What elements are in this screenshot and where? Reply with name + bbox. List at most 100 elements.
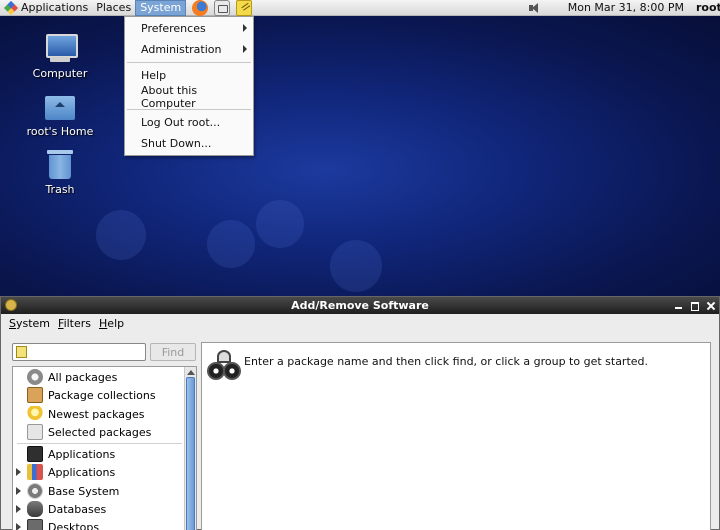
top-panel: Applications Places System Mon Mar 31, 8… bbox=[0, 0, 720, 16]
scroll-up-arrow-icon[interactable] bbox=[187, 370, 195, 375]
list-item-label: Selected packages bbox=[48, 425, 152, 439]
list-item-selected-packages[interactable]: Selected packages bbox=[27, 423, 151, 441]
menu-item-log-out[interactable]: Log Out root... bbox=[125, 112, 253, 133]
find-button[interactable]: Find bbox=[150, 343, 196, 361]
list-item-applications-group[interactable]: Applications bbox=[27, 463, 115, 481]
applications-menu-label: Applications bbox=[21, 1, 89, 14]
list-item-label: Newest packages bbox=[48, 407, 145, 421]
menubar-system[interactable]: System bbox=[5, 317, 54, 330]
list-item-package-collections[interactable]: Package collections bbox=[27, 386, 156, 404]
edit-icon bbox=[16, 346, 27, 358]
list-item-label: All packages bbox=[48, 370, 118, 384]
menu-item-about[interactable]: About this Computer bbox=[125, 83, 253, 110]
add-remove-software-window: Add/Remove Software System Filters Help … bbox=[0, 296, 720, 530]
clock[interactable]: Mon Mar 31, 8:00 PM bbox=[568, 1, 684, 14]
minimize-icon[interactable] bbox=[671, 297, 687, 314]
search-input[interactable] bbox=[12, 343, 146, 361]
bokeh-circle bbox=[96, 210, 146, 260]
desktop-icon-label: Trash bbox=[45, 183, 75, 196]
mail-client-icon[interactable] bbox=[214, 0, 231, 16]
desktop-icon-home[interactable]: root's Home bbox=[20, 90, 100, 138]
group-list: All packages Package collections Newest … bbox=[12, 366, 197, 530]
system-dropdown: Preferences Administration Help About th… bbox=[124, 16, 254, 156]
list-item-label: Base System bbox=[48, 484, 120, 498]
desktop-icon-label: Computer bbox=[32, 67, 88, 80]
newest-packages-icon bbox=[27, 406, 43, 422]
menu-item-label: Preferences bbox=[141, 22, 206, 35]
list-item-label: Package collections bbox=[48, 388, 156, 402]
window-menubar: System Filters Help bbox=[1, 314, 719, 333]
expand-arrow-icon[interactable] bbox=[16, 505, 21, 513]
window-title: Add/Remove Software bbox=[291, 299, 429, 312]
submenu-arrow-icon bbox=[243, 45, 247, 53]
expand-arrow-icon[interactable] bbox=[16, 523, 21, 530]
menu-item-shut-down[interactable]: Shut Down... bbox=[125, 133, 253, 154]
system-menu[interactable]: System bbox=[135, 0, 187, 16]
bokeh-circle bbox=[207, 220, 255, 268]
menu-separator bbox=[127, 62, 251, 63]
menubar-label: ystem bbox=[15, 317, 51, 330]
expand-arrow-icon[interactable] bbox=[16, 468, 21, 476]
binoculars-bridge bbox=[217, 350, 231, 363]
list-item-label: Applications bbox=[48, 447, 116, 461]
volume-icon[interactable] bbox=[528, 2, 540, 14]
home-folder-icon bbox=[44, 90, 76, 122]
menubar-label: elp bbox=[107, 317, 125, 330]
menubar-filters[interactable]: Filters bbox=[54, 317, 95, 330]
places-menu-label: Places bbox=[96, 1, 132, 14]
menubar-mnemonic: S bbox=[9, 317, 16, 330]
close-icon[interactable] bbox=[703, 297, 719, 314]
list-item-databases[interactable]: Databases bbox=[27, 500, 106, 518]
list-item-all-packages[interactable]: All packages bbox=[27, 368, 117, 386]
terminal-icon bbox=[27, 446, 43, 462]
list-item-newest-packages[interactable]: Newest packages bbox=[27, 405, 144, 423]
list-item-applications[interactable]: Applications bbox=[27, 445, 115, 463]
package-collections-icon bbox=[27, 387, 43, 403]
menu-item-label: Shut Down... bbox=[141, 137, 212, 150]
desktop-icon bbox=[27, 519, 43, 530]
notes-icon[interactable] bbox=[236, 0, 253, 16]
firefox-icon[interactable] bbox=[192, 0, 209, 16]
bokeh-circle bbox=[330, 240, 382, 292]
desktop-icon-trash[interactable]: Trash bbox=[20, 148, 100, 196]
desktop-icon-computer[interactable]: Computer bbox=[20, 32, 100, 80]
applications-menu[interactable]: Applications bbox=[0, 0, 92, 16]
list-item-desktops[interactable]: Desktops bbox=[27, 518, 99, 530]
all-packages-icon bbox=[27, 369, 43, 385]
menu-item-administration[interactable]: Administration bbox=[125, 39, 253, 60]
selected-packages-icon bbox=[27, 424, 43, 440]
list-separator bbox=[17, 443, 182, 444]
scroll-thumb[interactable] bbox=[186, 377, 195, 530]
window-controls bbox=[671, 297, 719, 314]
package-manager-icon bbox=[5, 299, 17, 311]
menubar-label: ilters bbox=[63, 317, 92, 330]
computer-icon bbox=[44, 32, 78, 64]
applications-icon bbox=[27, 464, 43, 480]
desktop-icon-label: root's Home bbox=[26, 125, 94, 138]
menubar-help[interactable]: Help bbox=[95, 317, 128, 330]
applications-logo-icon bbox=[4, 1, 18, 15]
menu-item-label: Administration bbox=[141, 43, 222, 56]
system-tray: Mon Mar 31, 8:00 PM root bbox=[528, 0, 720, 16]
system-menu-label: System bbox=[140, 1, 182, 14]
bokeh-circle bbox=[256, 200, 304, 248]
expand-arrow-icon[interactable] bbox=[16, 487, 21, 495]
menu-item-preferences[interactable]: Preferences bbox=[125, 18, 253, 39]
hint-text: Enter a package name and then click find… bbox=[244, 355, 649, 368]
window-titlebar[interactable]: Add/Remove Software bbox=[1, 297, 719, 314]
list-item-label: Databases bbox=[48, 502, 107, 516]
list-item-label: Applications bbox=[48, 465, 116, 479]
menu-item-label: Log Out root... bbox=[141, 116, 221, 129]
menu-item-label: About this Computer bbox=[141, 83, 198, 110]
package-results-pane: Enter a package name and then click find… bbox=[201, 342, 711, 530]
maximize-icon[interactable] bbox=[687, 297, 703, 314]
user-menu[interactable]: root bbox=[696, 1, 720, 14]
places-menu[interactable]: Places bbox=[92, 0, 135, 16]
gear-icon bbox=[27, 483, 43, 499]
list-item-base-system[interactable]: Base System bbox=[27, 482, 119, 500]
submenu-arrow-icon bbox=[243, 24, 247, 32]
database-icon bbox=[27, 501, 43, 517]
list-scrollbar[interactable] bbox=[184, 367, 196, 530]
trash-icon bbox=[44, 148, 76, 180]
binoculars-icon bbox=[207, 348, 241, 380]
